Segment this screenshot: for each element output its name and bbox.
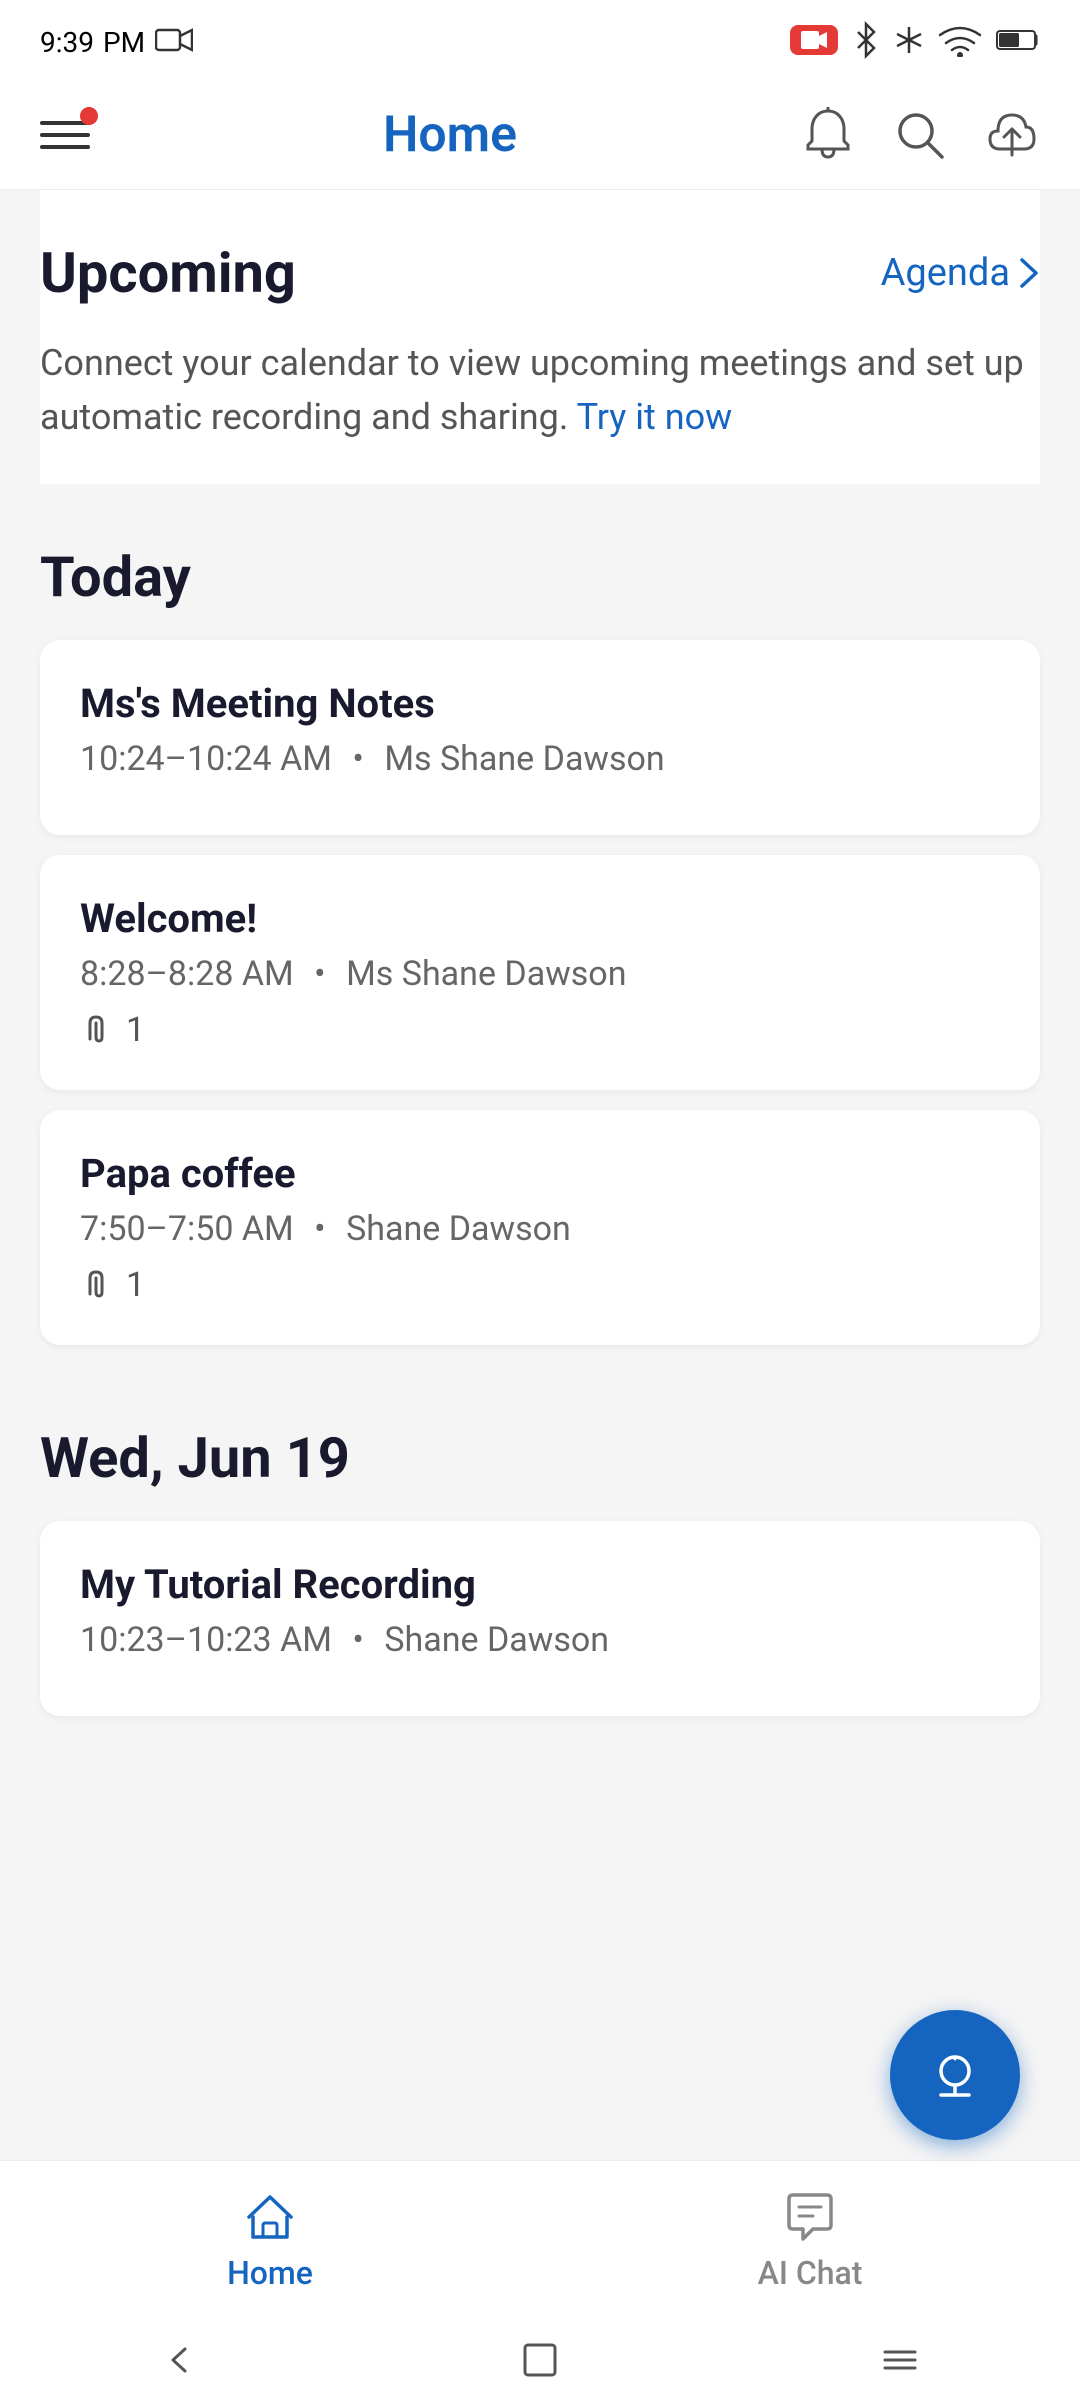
meeting-title: Ms's Meeting Notes bbox=[80, 680, 1000, 727]
nav-item-home[interactable]: Home bbox=[0, 2161, 540, 2320]
nav-item-ai-chat[interactable]: AI Chat bbox=[540, 2161, 1080, 2320]
android-navigation-bar bbox=[0, 2320, 1080, 2400]
upcoming-title: Upcoming bbox=[40, 240, 296, 306]
home-icon bbox=[242, 2190, 298, 2246]
video-camera-status-icon bbox=[155, 26, 193, 54]
upload-button[interactable] bbox=[984, 107, 1040, 163]
meeting-meta: 7:50–7:50 AM • Shane Dawson bbox=[80, 1209, 1000, 1249]
meeting-card[interactable]: Welcome! 8:28–8:28 AM • Ms Shane Dawson … bbox=[40, 855, 1040, 1090]
agenda-link[interactable]: Agenda bbox=[881, 251, 1040, 295]
upcoming-section: Upcoming Agenda Connect your calendar to… bbox=[40, 190, 1040, 484]
header-title: Home bbox=[383, 106, 517, 164]
header-actions bbox=[800, 107, 1040, 163]
record-fab-button[interactable] bbox=[890, 2010, 1020, 2140]
upcoming-description: Connect your calendar to view upcoming m… bbox=[40, 336, 1040, 444]
signal-icon bbox=[894, 25, 924, 55]
android-home-button[interactable] bbox=[510, 2330, 570, 2390]
meeting-card[interactable]: Papa coffee 7:50–7:50 AM • Shane Dawson … bbox=[40, 1110, 1040, 1345]
nav-label-home: Home bbox=[227, 2254, 313, 2292]
meeting-title: Welcome! bbox=[80, 895, 1000, 942]
clip-icon: 1 bbox=[80, 1010, 145, 1050]
wifi-icon bbox=[938, 23, 982, 57]
main-scroll-area[interactable]: Upcoming Agenda Connect your calendar to… bbox=[0, 190, 1080, 2160]
menu-notification-badge bbox=[80, 107, 98, 125]
nav-label-ai-chat: AI Chat bbox=[758, 2254, 863, 2292]
status-icons-right bbox=[790, 20, 1040, 60]
meeting-meta: 10:24–10:24 AM • Ms Shane Dawson bbox=[80, 739, 1000, 779]
android-back-button[interactable] bbox=[150, 2330, 210, 2390]
meeting-clips-row: 1 bbox=[80, 1265, 1000, 1305]
meeting-card[interactable]: Ms's Meeting Notes 10:24–10:24 AM • Ms S… bbox=[40, 640, 1040, 835]
today-title: Today bbox=[40, 544, 1040, 610]
try-it-now-link[interactable]: Try it now bbox=[577, 396, 733, 438]
search-button[interactable] bbox=[892, 107, 948, 163]
menu-button[interactable] bbox=[40, 105, 100, 165]
today-section: Today Ms's Meeting Notes 10:24–10:24 AM … bbox=[40, 504, 1040, 1385]
recording-badge bbox=[790, 25, 838, 55]
chat-icon bbox=[782, 2190, 838, 2246]
meeting-card[interactable]: My Tutorial Recording 10:23–10:23 AM • S… bbox=[40, 1521, 1040, 1716]
wed-section: Wed, Jun 19 My Tutorial Recording 10:23–… bbox=[40, 1385, 1040, 1756]
status-time: 9:39 PM bbox=[40, 19, 145, 61]
battery-icon bbox=[996, 28, 1040, 52]
notification-button[interactable] bbox=[800, 107, 856, 163]
bottom-navigation: Home AI Chat bbox=[0, 2160, 1080, 2320]
android-recents-button[interactable] bbox=[870, 2330, 930, 2390]
wed-title: Wed, Jun 19 bbox=[40, 1425, 1040, 1491]
meeting-title: Papa coffee bbox=[80, 1150, 1000, 1197]
app-header: Home bbox=[0, 80, 1080, 190]
bluetooth-icon bbox=[852, 20, 880, 60]
status-bar: 9:39 PM bbox=[0, 0, 1080, 80]
clip-icon: 1 bbox=[80, 1265, 145, 1305]
meeting-meta: 8:28–8:28 AM • Ms Shane Dawson bbox=[80, 954, 1000, 994]
meeting-clips-row: 1 bbox=[80, 1010, 1000, 1050]
meeting-title: My Tutorial Recording bbox=[80, 1561, 1000, 1608]
meeting-meta: 10:23–10:23 AM • Shane Dawson bbox=[80, 1620, 1000, 1660]
